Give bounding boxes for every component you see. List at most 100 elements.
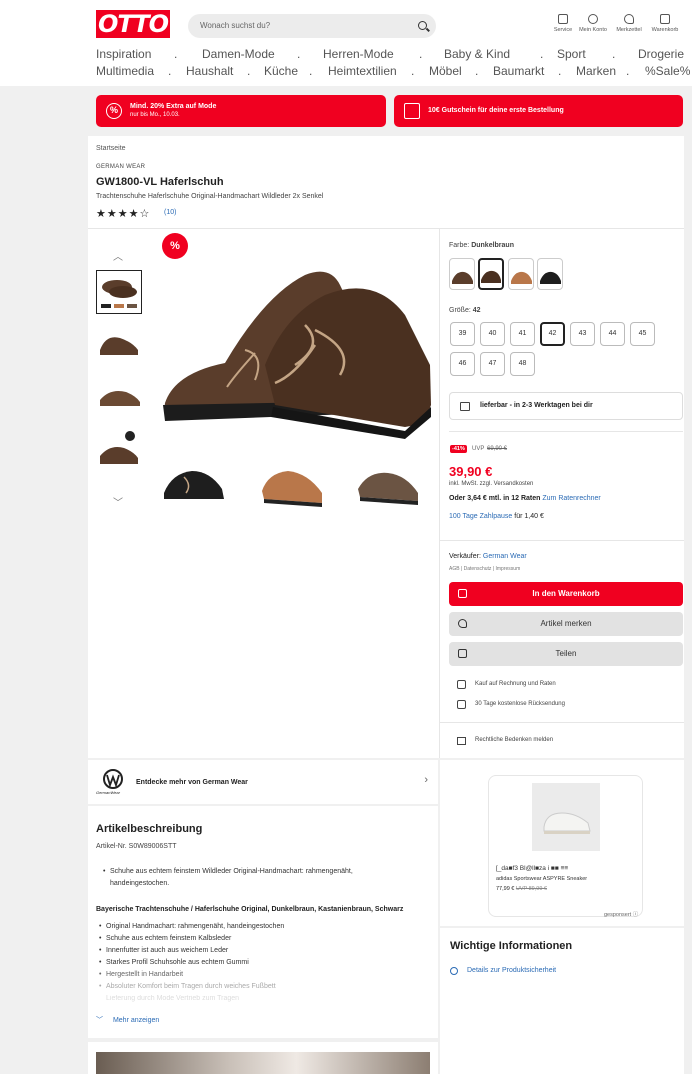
size-label-row: Größe: 42 — [449, 307, 481, 314]
swatch-selected[interactable] — [478, 258, 504, 290]
main-product-image[interactable] — [155, 255, 435, 445]
divider — [449, 431, 683, 432]
nav-sale[interactable]: %Sale% — [645, 64, 690, 78]
discount-badge: -41% — [450, 445, 467, 453]
search-icon[interactable] — [418, 21, 427, 30]
nav-haushalt[interactable]: Haushalt — [186, 64, 233, 78]
size-option[interactable]: 47 — [480, 352, 505, 376]
rating-count[interactable]: (10) — [164, 209, 176, 216]
header-icons: Service Mein Konto Merkzettel Warenkorb — [544, 14, 684, 40]
nav-damen-mode[interactable]: Damen-Mode — [202, 47, 275, 61]
description-bullet: Absoluter Komfort beim Tragen durch weic… — [99, 983, 276, 990]
swatch-dunkelbraun[interactable] — [449, 258, 475, 290]
nav-kueche[interactable]: Küche — [264, 64, 298, 78]
thumbnail-4[interactable] — [96, 426, 142, 470]
nav-dot: . — [247, 64, 251, 78]
nav-moebel[interactable]: Möbel — [429, 64, 462, 78]
otto-logo[interactable]: OTTO — [96, 10, 170, 38]
size-option[interactable]: 41 — [510, 322, 535, 346]
description-heading: Artikelbeschreibung — [96, 823, 203, 835]
lifestyle-card — [88, 1042, 438, 1074]
gallery-up-arrow[interactable]: ︿ — [113, 248, 123, 263]
description-bullet-continued: handeingestochen. — [110, 880, 170, 887]
nav-dot: . — [612, 47, 616, 61]
swatch-kastanienbraun[interactable] — [508, 258, 534, 290]
wishlist-button-label: Artikel merken — [540, 619, 592, 628]
search-input[interactable]: Wonach suchst du? — [188, 14, 436, 38]
info-icon — [450, 967, 458, 975]
seller-link[interactable]: German Wear — [483, 553, 527, 560]
description-bullet: Original Handmachart: rahmengenäht, hand… — [99, 923, 284, 930]
description-bullet: Schuhe aus echtem feinstem Wildleder Ori… — [103, 868, 353, 875]
share-button[interactable]: Teilen — [449, 642, 683, 666]
product-brand[interactable]: GERMAN WEAR — [96, 164, 145, 170]
cart-header-button[interactable]: Warenkorb — [646, 14, 684, 33]
size-option[interactable]: 46 — [450, 352, 475, 376]
chat-icon — [558, 14, 568, 24]
promo-voucher-banner[interactable]: 10€ Gutschein für deine erste Bestellung — [394, 95, 683, 127]
description-subheading: Bayerische Trachtenschuhe / Haferlschuhe… — [96, 906, 404, 913]
show-more-button[interactable]: ﹀ Mehr anzeigen — [96, 1015, 159, 1025]
article-number: Artikel-Nr. S0W89006STT — [96, 843, 177, 850]
size-option[interactable]: 43 — [570, 322, 595, 346]
sneaker-image — [532, 783, 600, 851]
description-bullet: Schuhe aus echtem feinstem Kalbsleder — [99, 935, 231, 942]
nav-herren-mode[interactable]: Herren-Mode — [323, 47, 394, 61]
color-label-row: Farbe: Dunkelbraun — [449, 242, 514, 249]
sponsored-product-card[interactable]: [_da■f3 Bl@ll■za i ■■ ≡≡ adidas Sportswe… — [488, 775, 643, 917]
wishlist-button[interactable]: Artikel merken — [449, 612, 683, 636]
swatch-schwarz[interactable] — [537, 258, 563, 290]
rating-stars[interactable]: ★★★★☆ — [96, 207, 150, 220]
return-icon — [457, 700, 466, 709]
thumbnail-3[interactable] — [96, 374, 142, 418]
delivery-info: lieferbar - in 2-3 Werktagen bei dir — [449, 392, 683, 420]
nav-drogerie[interactable]: Drogerie — [638, 47, 684, 61]
heart-icon — [458, 619, 467, 628]
color-variant-chestnut-image[interactable] — [258, 455, 328, 510]
color-value: Dunkelbraun — [471, 242, 514, 249]
size-option[interactable]: 40 — [480, 322, 505, 346]
color-variant-gray-brown-image[interactable] — [354, 455, 424, 510]
installment-calculator-link[interactable]: Zum Ratenrechner — [542, 495, 600, 502]
chevron-right-icon: › — [424, 774, 428, 786]
nav-inspiration[interactable]: Inspiration — [96, 47, 151, 61]
product-safety-link[interactable]: Details zur Produktsicherheit — [467, 967, 556, 974]
size-option[interactable]: 48 — [510, 352, 535, 376]
size-option-selected[interactable]: 42 — [540, 322, 565, 346]
divider — [440, 540, 684, 541]
nav-marken[interactable]: Marken — [576, 64, 616, 78]
gallery-down-arrow[interactable]: ﹀ — [113, 494, 123, 509]
nav-dot: . — [558, 64, 562, 78]
promo-fashion-banner[interactable]: % Mind. 20% Extra auf Mode nur bis Mo., … — [96, 95, 386, 127]
description-bullet: Hergestellt in Handarbeit — [99, 971, 183, 978]
package-icon — [460, 402, 470, 411]
nav-baumarkt[interactable]: Baumarkt — [493, 64, 544, 78]
ad-uvp: UVP 89,99 € — [515, 886, 547, 892]
pay-later-link[interactable]: 100 Tage Zahlpause — [449, 513, 512, 520]
size-option[interactable]: 39 — [450, 322, 475, 346]
seller-legal-links[interactable]: AGB | Datenschutz | Impressum — [449, 566, 520, 572]
breadcrumb[interactable]: Startseite — [96, 145, 126, 152]
size-option[interactable]: 45 — [630, 322, 655, 346]
nav-baby-kind[interactable]: Baby & Kind — [444, 47, 510, 61]
pay-later-row: 100 Tage Zahlpause für 1,40 € — [449, 513, 544, 520]
person-icon — [588, 14, 598, 24]
account-button[interactable]: Mein Konto — [574, 14, 612, 33]
nav-sport[interactable]: Sport — [557, 47, 586, 61]
share-icon — [458, 649, 467, 658]
thumbnail-2[interactable] — [96, 322, 142, 366]
promo-title: 10€ Gutschein für deine erste Bestellung — [428, 107, 564, 114]
ad-price: 77,99 € — [496, 886, 515, 892]
brand-banner[interactable]: GermanWear Entdecke mehr von German Wear… — [88, 760, 438, 804]
report-link[interactable]: Rechtliche Bedenken melden — [475, 737, 553, 743]
price-note: inkl. MwSt. zzgl. Versandkosten — [449, 481, 534, 487]
color-variant-black-image[interactable] — [160, 455, 230, 510]
add-to-cart-button[interactable]: In den Warenkorb — [449, 582, 683, 606]
nav-multimedia[interactable]: Multimedia — [96, 64, 154, 78]
thumbnail-1[interactable] — [96, 270, 142, 314]
promo-subtitle: nur bis Mo., 10.03. — [130, 112, 180, 118]
wishlist-header-button[interactable]: Merkzettel — [610, 14, 648, 33]
lifestyle-banner-image[interactable] — [96, 1052, 430, 1074]
nav-heimtextilien[interactable]: Heimtextilien — [328, 64, 397, 78]
size-option[interactable]: 44 — [600, 322, 625, 346]
